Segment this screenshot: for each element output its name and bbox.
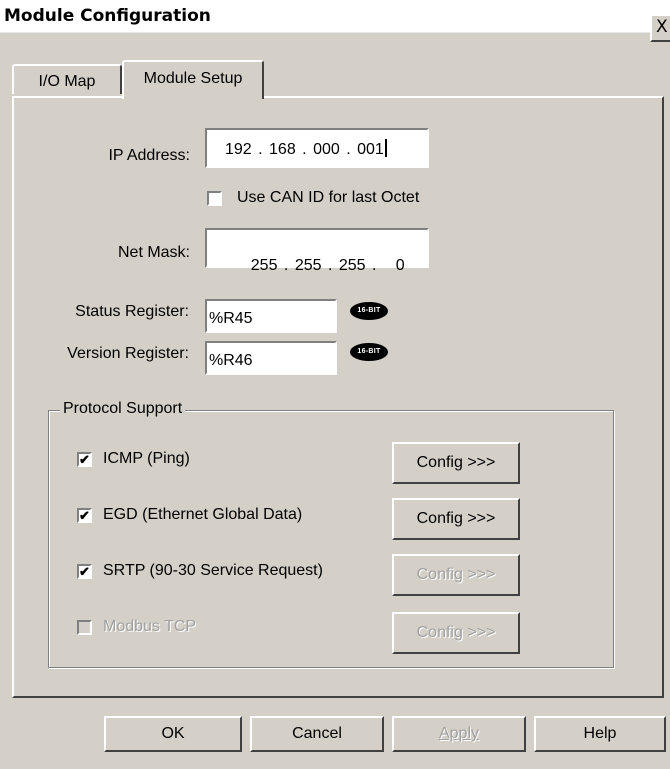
protocol-support-title: Protocol Support <box>60 400 186 418</box>
net-mask-value: 255 . 255 . 255 . 0 <box>250 257 405 274</box>
status-register-input[interactable]: %R45 <box>205 299 337 333</box>
title-bar: Module Configuration X <box>0 0 670 42</box>
ok-button[interactable]: OK <box>104 716 242 752</box>
use-can-id-checkbox[interactable] <box>207 191 222 206</box>
icmp-config-button[interactable]: Config >>> <box>392 442 520 484</box>
text-cursor <box>384 139 387 157</box>
ip-address-input[interactable]: 192 . 168 . 000 . 001 <box>205 128 429 168</box>
modbus-tcp-config-button-label: Config >>> <box>416 624 496 641</box>
check-mark-icon: ✔ <box>79 508 90 523</box>
help-button[interactable]: Help <box>534 716 666 752</box>
srtp-config-button: Config >>> <box>392 554 520 596</box>
icmp-label: ICMP (Ping) <box>103 450 190 467</box>
modbus-tcp-label: Modbus TCP <box>103 618 197 635</box>
ip-address-label: IP Address: <box>108 147 190 164</box>
srtp-checkbox[interactable]: ✔ <box>77 564 92 579</box>
status-register-16bit-badge: 16-BIT <box>350 302 388 320</box>
apply-button-label: Apply <box>438 725 480 742</box>
egd-config-button[interactable]: Config >>> <box>392 498 520 540</box>
tab-module-setup-label: Module Setup <box>143 70 243 87</box>
ip-address-value: 192 . 168 . 000 . 001 <box>225 141 384 158</box>
srtp-label: SRTP (90-30 Service Request) <box>103 562 323 579</box>
window-title: Module Configuration <box>4 6 211 26</box>
check-mark-icon: ✔ <box>79 564 90 579</box>
cancel-button[interactable]: Cancel <box>250 716 384 752</box>
tab-module-setup[interactable]: Module Setup <box>122 60 264 99</box>
egd-checkbox[interactable]: ✔ <box>77 508 92 523</box>
tab-io-map[interactable]: I/O Map <box>12 64 122 94</box>
close-button[interactable]: X <box>650 14 670 42</box>
check-mark-icon: ✔ <box>79 452 90 467</box>
version-register-value: %R46 <box>209 352 253 369</box>
modbus-tcp-checkbox <box>77 620 92 635</box>
use-can-id-label: Use CAN ID for last Octet <box>237 189 420 206</box>
status-register-value: %R45 <box>209 310 253 327</box>
version-register-input[interactable]: %R46 <box>205 341 337 375</box>
status-register-label: Status Register: <box>75 303 189 320</box>
version-register-label: Version Register: <box>67 345 189 362</box>
net-mask-input[interactable]: 255 . 255 . 255 . 0 <box>205 228 429 274</box>
module-configuration-dialog: Module Configuration X I/O Map Module Se… <box>0 0 670 769</box>
net-mask-label: Net Mask: <box>117 244 190 261</box>
srtp-config-button-label: Config >>> <box>416 566 496 583</box>
tab-io-map-label: I/O Map <box>38 73 96 90</box>
icmp-checkbox[interactable]: ✔ <box>77 452 92 467</box>
egd-label: EGD (Ethernet Global Data) <box>103 506 303 523</box>
modbus-tcp-config-button: Config >>> <box>392 612 520 654</box>
version-register-16bit-badge: 16-BIT <box>350 343 388 361</box>
apply-button: Apply <box>392 716 526 752</box>
